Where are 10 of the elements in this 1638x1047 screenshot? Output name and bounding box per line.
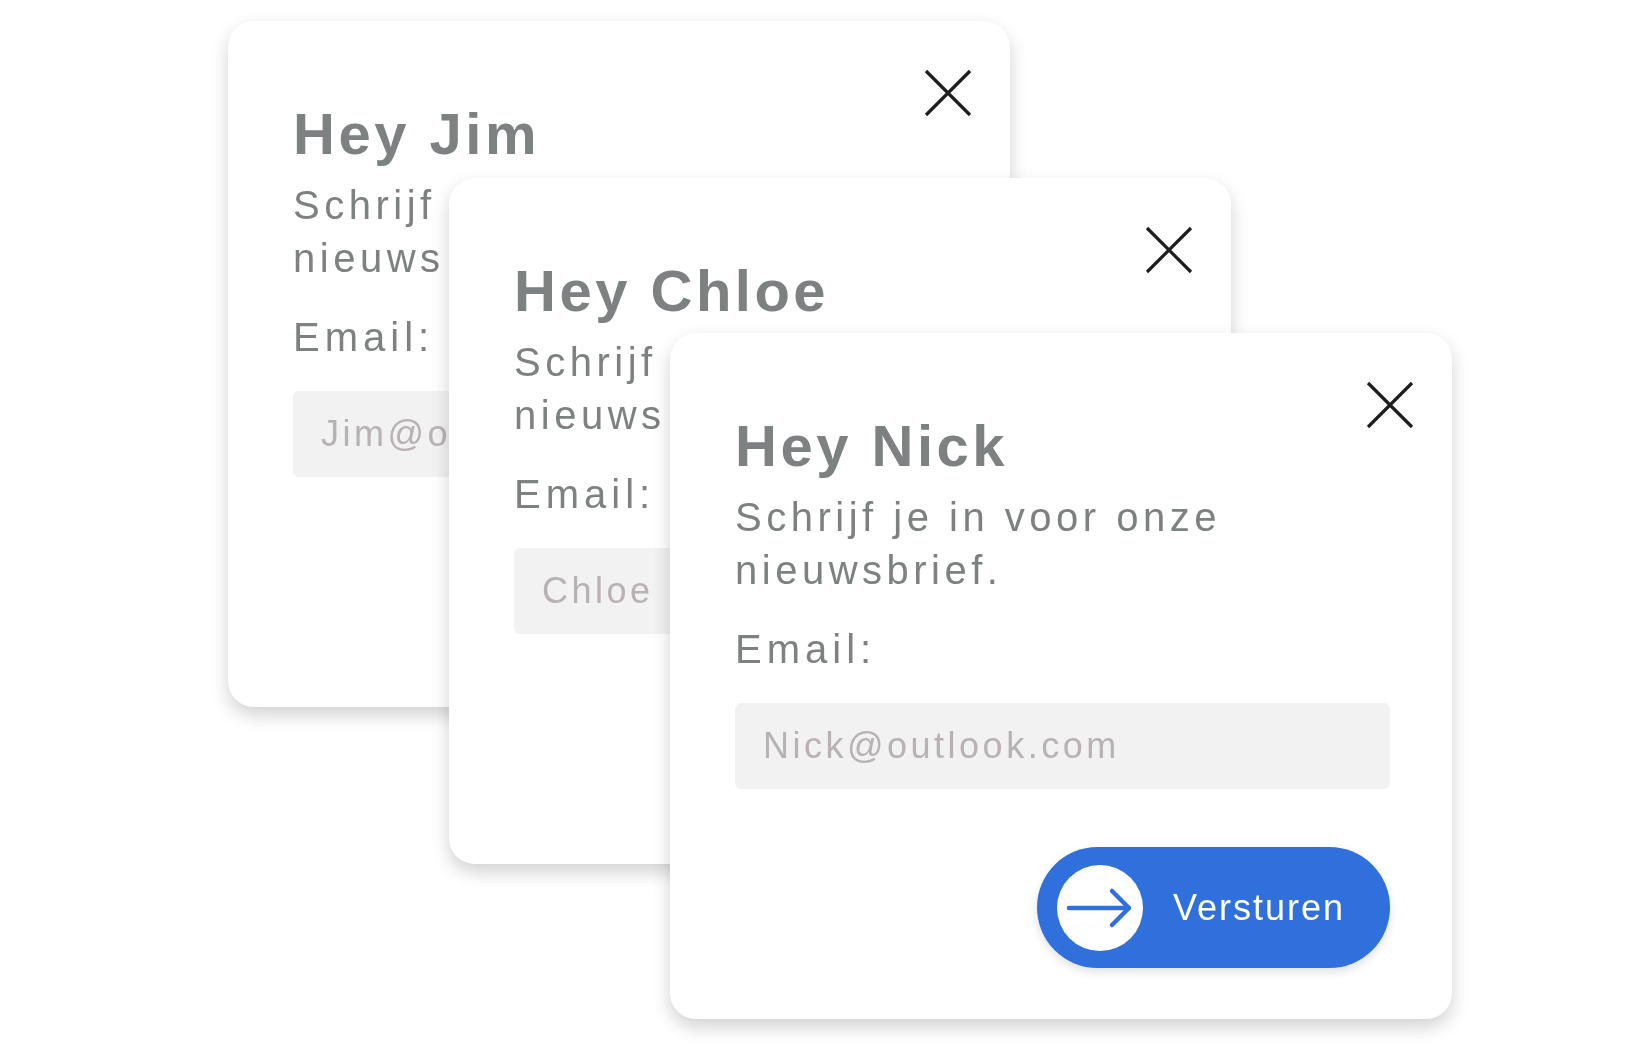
close-button[interactable] bbox=[1145, 226, 1193, 274]
send-button[interactable]: Versturen bbox=[1037, 847, 1390, 968]
close-button[interactable] bbox=[1366, 381, 1414, 429]
email-label: Email: bbox=[293, 315, 436, 359]
dialog-subtitle: Schrijf je in voor onze nieuwsbrief. bbox=[735, 494, 1222, 594]
close-button[interactable] bbox=[924, 69, 972, 117]
dialog-subtitle: Schrijf nieuws bbox=[293, 182, 446, 282]
email-field[interactable]: Nick@outlook.com bbox=[735, 703, 1390, 789]
email-label: Email: bbox=[735, 627, 878, 671]
dialog-subtitle: Schrijf nieuws bbox=[514, 339, 667, 439]
